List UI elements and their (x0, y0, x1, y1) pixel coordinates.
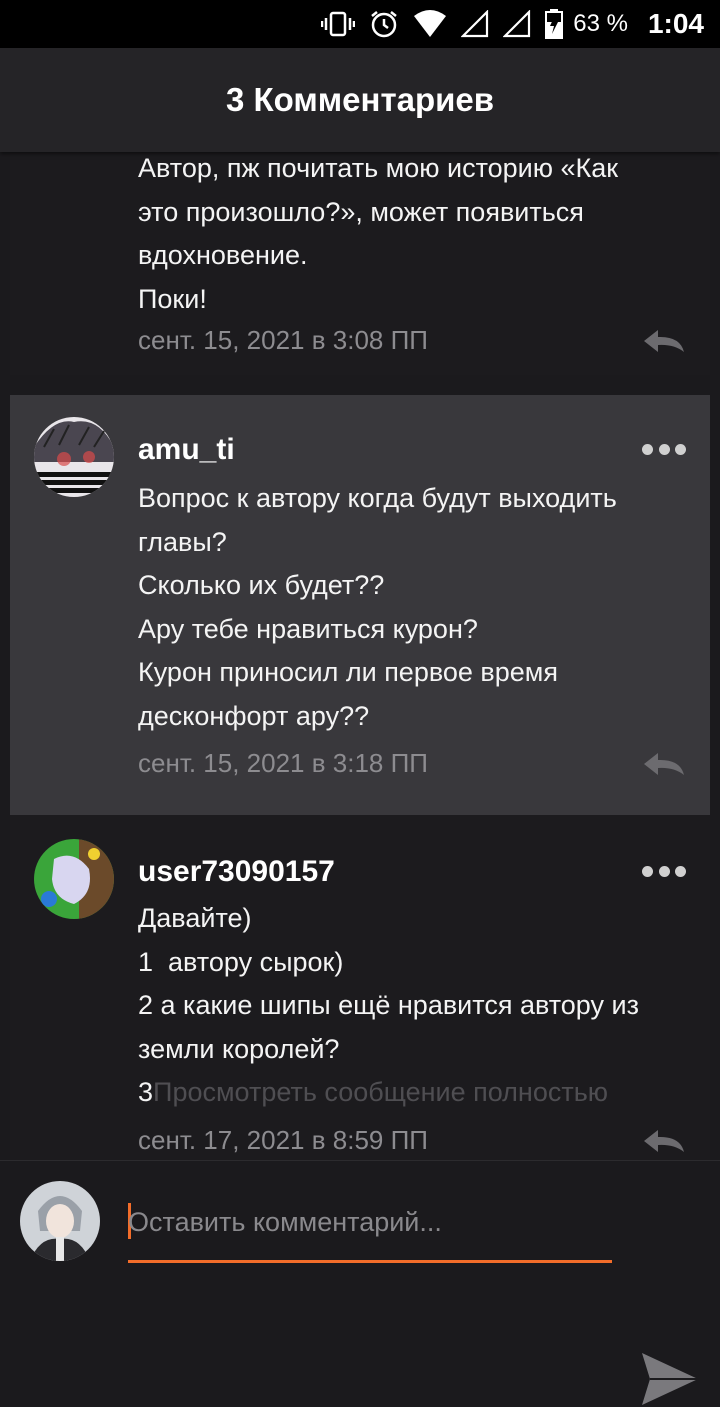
clock: 1:04 (647, 8, 704, 39)
battery-percent: 63 % (573, 10, 628, 37)
more-options-icon[interactable] (642, 439, 686, 459)
comment-line: десконфорт ару?? (138, 700, 370, 731)
avatar[interactable] (34, 417, 114, 497)
comment-line: Курон приносил ли первое время (138, 657, 558, 687)
signal-icon (461, 10, 489, 38)
app-header: 3 Комментариев (0, 48, 720, 152)
username[interactable]: user73090157 (138, 855, 335, 889)
comment-input[interactable] (128, 1197, 612, 1247)
comment-date: сент. 17, 2021 в 8:59 ПП (138, 1125, 428, 1155)
avatar[interactable] (34, 839, 114, 919)
alarm-icon (369, 9, 399, 39)
comment-line: Поки! (138, 283, 207, 314)
comment-line: Ару тебе нравиться курон? (138, 613, 478, 644)
send-icon[interactable] (640, 1351, 700, 1407)
comment-line: вдохновение. (138, 240, 308, 270)
comment-line: главы? (138, 526, 227, 557)
comment-line: 2 а какие шипы ещё нравится автору из (138, 990, 639, 1020)
view-full-message-link[interactable]: Просмотреть сообщение полностью (153, 1077, 608, 1107)
more-options-icon[interactable] (642, 861, 686, 881)
comment-item: Автор, пж почитать мою историю «Как это … (10, 152, 710, 375)
comment-item: user73090157 Давайте) 1 автору сырок) 2 … (10, 815, 710, 1160)
comment-text: Давайте) 1 автору сырок) 2 а какие шипы … (138, 897, 688, 1115)
comment-line: Автор, пж почитать мою историю «Как (138, 153, 619, 183)
comment-line: 3 (138, 1077, 154, 1107)
comment-date: сент. 15, 2021 в 3:18 ПП (138, 748, 428, 778)
comment-composer (0, 1160, 720, 1405)
vibrate-icon (321, 11, 356, 37)
status-bar: 63 % 1:04 (0, 0, 720, 48)
comment-text: Автор, пж почитать мою историю «Как это … (138, 152, 688, 321)
comment-date: сент. 15, 2021 в 3:08 ПП (138, 325, 428, 355)
wifi-icon (413, 10, 447, 38)
comment-line: Сколько их будет?? (138, 570, 385, 600)
comment-text: Вопрос к автору когда будут выходить гла… (138, 477, 688, 738)
reply-icon[interactable] (642, 751, 686, 777)
comment-input-wrapper (128, 1197, 612, 1263)
comment-line: Вопрос к автору когда будут выходить (138, 483, 617, 513)
battery-charging-icon (545, 9, 564, 39)
comment-item: amu_ti Вопрос к автору когда будут выход… (10, 395, 710, 815)
comment-line: Давайте) (138, 903, 252, 933)
comment-line: это произошло?», может появиться (138, 196, 584, 227)
signal-icon (503, 10, 531, 38)
reply-icon[interactable] (642, 328, 686, 354)
reply-icon[interactable] (642, 1128, 686, 1154)
comment-line: 1 автору сырок) (138, 946, 344, 977)
current-user-avatar (20, 1181, 100, 1261)
page-title: 3 Комментариев (225, 81, 495, 118)
username[interactable]: amu_ti (138, 433, 235, 467)
comment-line: земли королей? (138, 1033, 340, 1064)
comments-list[interactable]: Автор, пж почитать мою историю «Как это … (10, 152, 710, 1160)
